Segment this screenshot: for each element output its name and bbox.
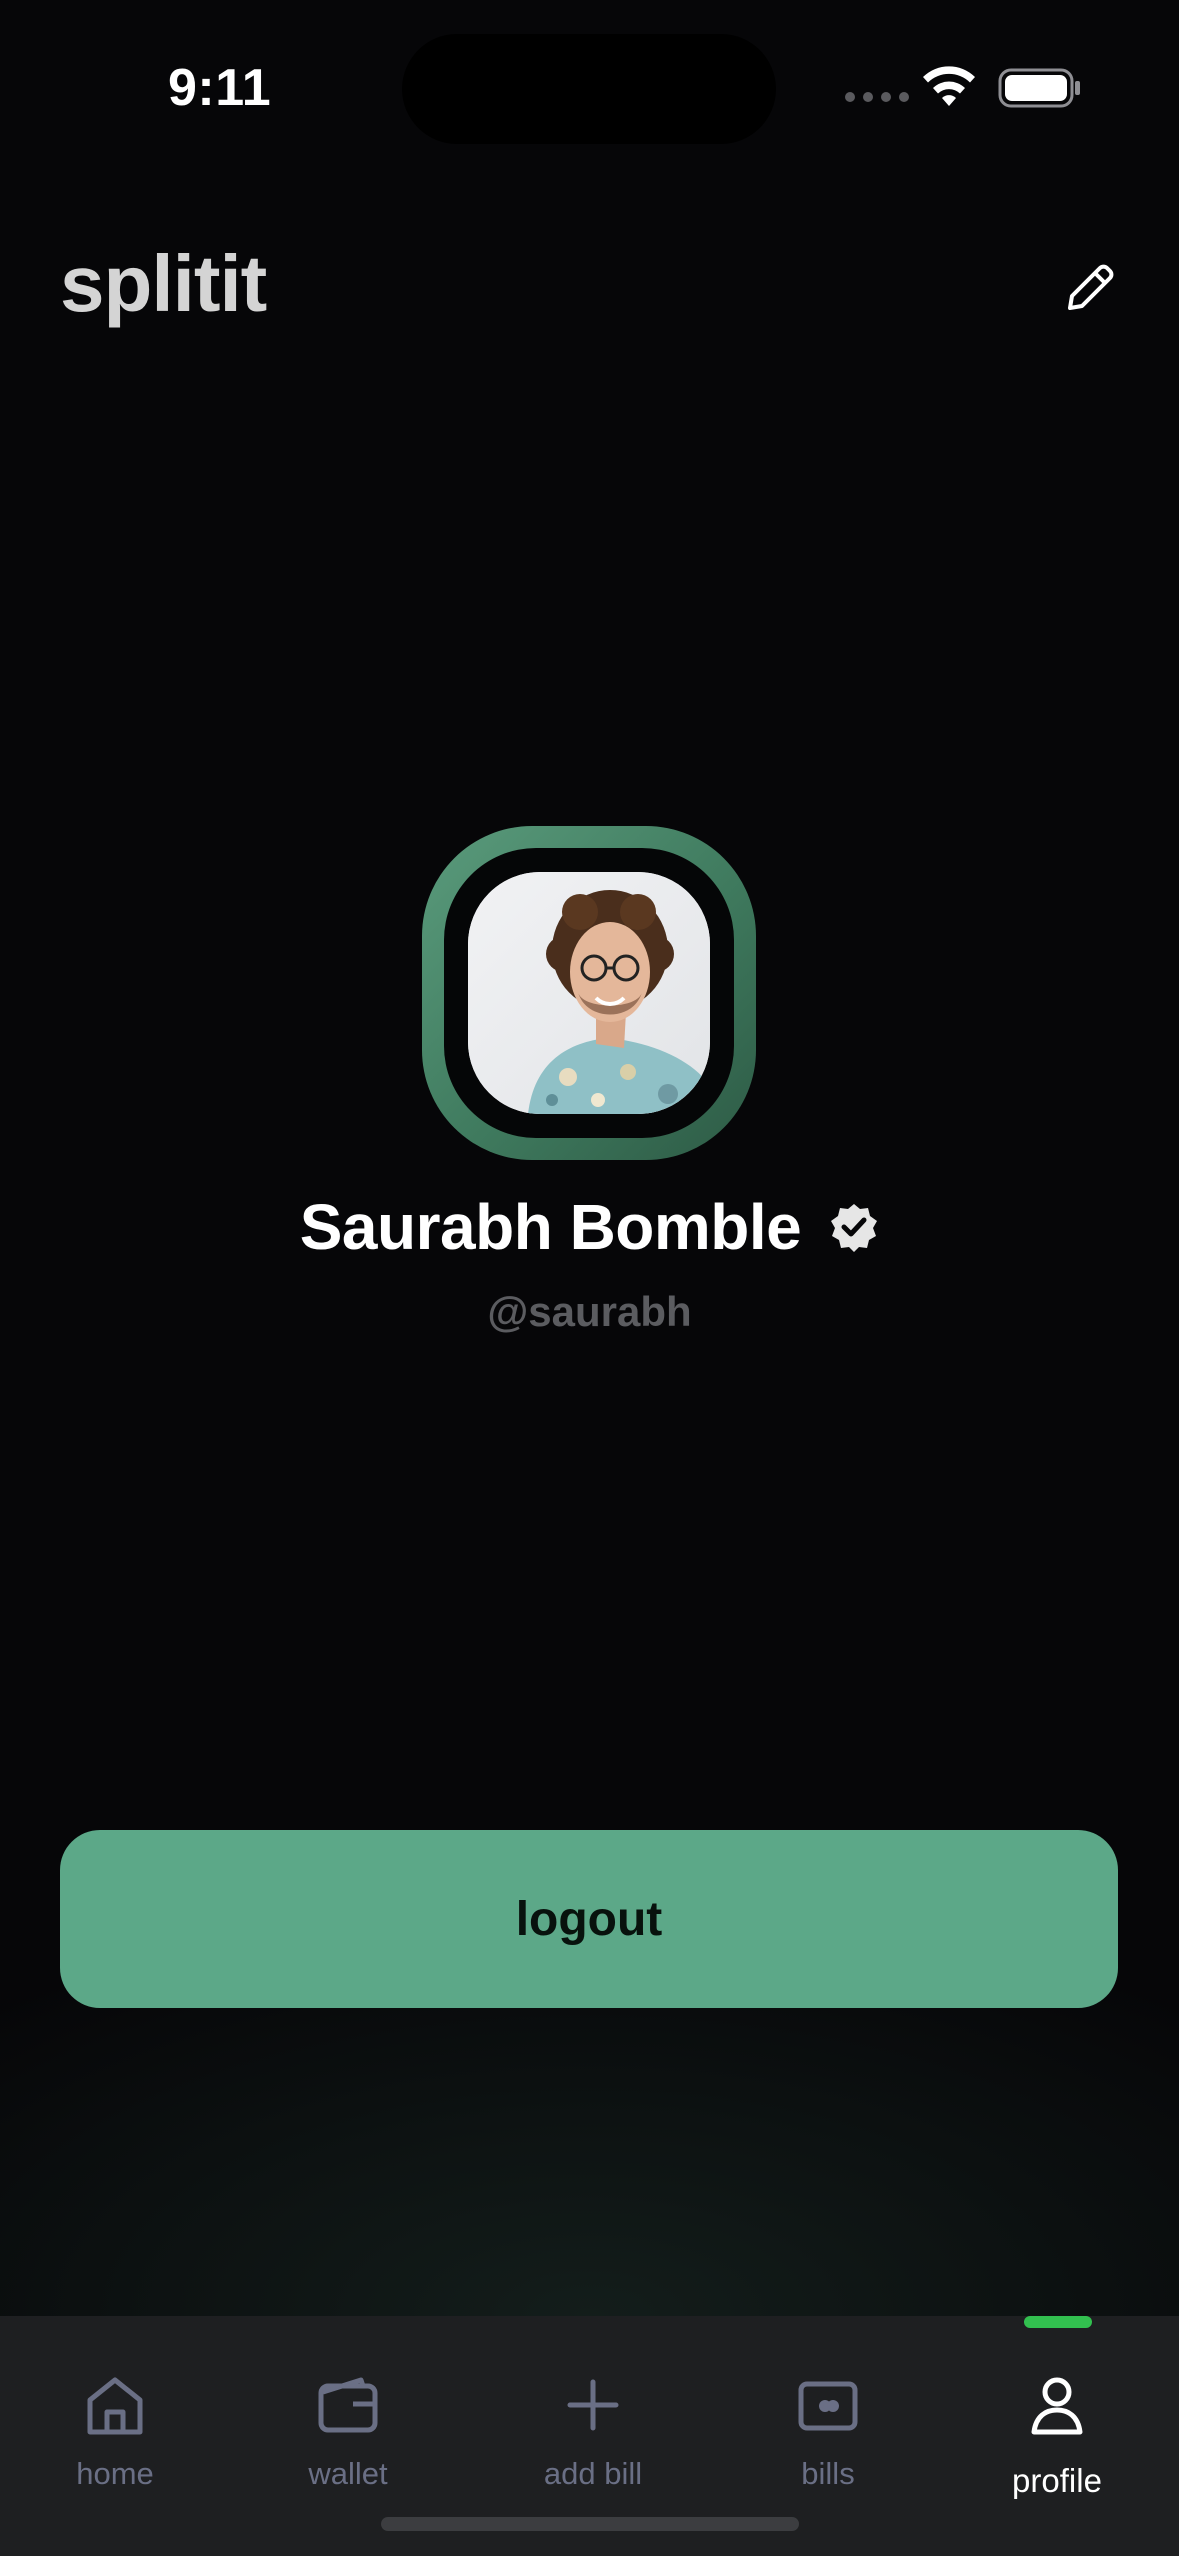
profile-name-row: Saurabh Bomble [0,1190,1179,1264]
tab-label-bills: bills [801,2456,855,2491]
tab-label-profile: profile [1012,2462,1102,2499]
avatar-frame [422,826,756,1160]
wallet-icon [318,2377,378,2433]
status-time: 9:11 [168,59,272,117]
tab-label-add-bill: add bill [543,2456,643,2491]
edit-profile-button[interactable] [1058,256,1122,320]
tab-add-bill[interactable]: add bill [493,2370,693,2492]
logout-button[interactable]: logout [60,1830,1118,2008]
wifi-icon [923,66,975,106]
logout-label: logout [515,1892,663,1946]
bills-icon [798,2381,858,2431]
tab-profile[interactable]: profile [957,2370,1157,2500]
tab-label-home: home [76,2456,154,2491]
tab-wallet[interactable]: wallet [248,2370,448,2492]
active-tab-indicator [1024,2316,1092,2328]
tab-home[interactable]: home [15,2370,215,2492]
battery-icon [998,68,1080,108]
app-title: splitit [60,239,267,328]
cellular-signal-icon [845,92,909,102]
user-name: Saurabh Bomble [299,1191,802,1263]
profile-photo [468,872,710,1114]
avatar [468,872,710,1114]
dynamic-island [402,34,776,144]
home-indicator[interactable] [381,2517,799,2531]
home-icon [87,2377,143,2435]
plus-icon [567,2379,619,2431]
user-icon [1031,2377,1083,2435]
user-handle: @saurabh [487,1288,692,1335]
tab-label-wallet: wallet [308,2456,388,2491]
tab-bills[interactable]: bills [728,2370,928,2492]
pencil-icon [1068,264,1114,310]
verified-badge-icon [831,1204,878,1252]
